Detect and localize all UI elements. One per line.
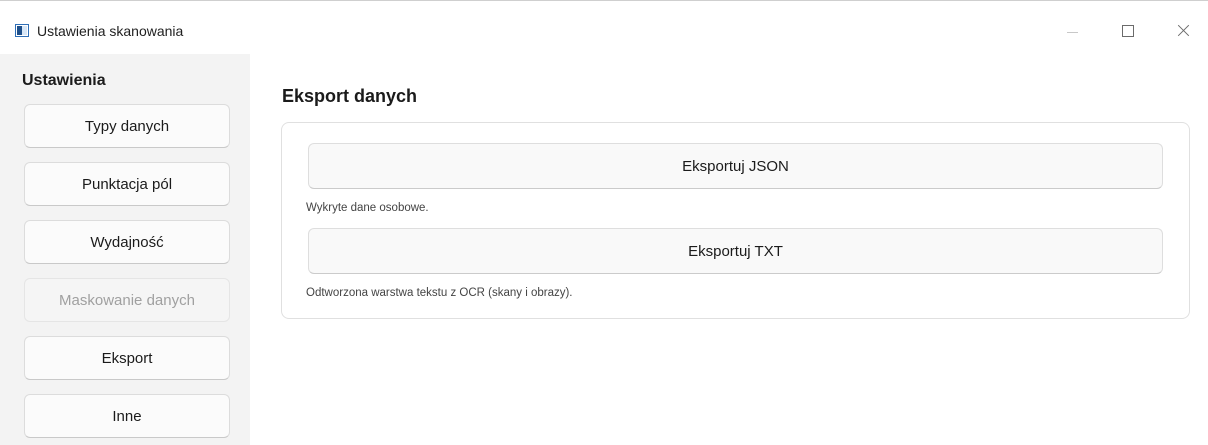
export-txt-button[interactable]: Eksportuj TXT	[308, 228, 1163, 274]
title-bar: Ustawienia skanowania	[0, 0, 1208, 54]
sidebar-item-maskowanie-danych: Maskowanie danych	[24, 278, 230, 322]
export-txt-description: Odtworzona warstwa tekstu z OCR (skany i…	[306, 287, 573, 299]
sidebar-heading: Ustawienia	[22, 72, 106, 89]
maximize-button[interactable]	[1105, 14, 1151, 50]
app-window-icon	[15, 24, 29, 37]
sidebar-item-eksport[interactable]: Eksport	[24, 336, 230, 380]
sidebar-item-punktacja-pol[interactable]: Punktacja pól	[24, 162, 230, 206]
export-json-description: Wykryte dane osobowe.	[306, 202, 429, 214]
export-json-button[interactable]: Eksportuj JSON	[308, 143, 1163, 189]
sidebar-item-inne[interactable]: Inne	[24, 394, 230, 438]
maximize-icon	[1122, 25, 1134, 37]
main-panel: Eksport danych Eksportuj JSON Wykryte da…	[250, 54, 1208, 445]
settings-window: Ustawienia skanowania Ustawienia Typy da…	[0, 0, 1208, 445]
sidebar-item-wydajnosc[interactable]: Wydajność	[24, 220, 230, 264]
sidebar: Ustawienia Typy danych Punktacja pól Wyd…	[0, 54, 250, 445]
sidebar-item-typy-danych[interactable]: Typy danych	[24, 104, 230, 148]
minimize-button[interactable]	[1050, 14, 1096, 50]
window-title: Ustawienia skanowania	[37, 23, 184, 39]
page-title: Eksport danych	[282, 86, 418, 106]
close-button[interactable]	[1160, 14, 1206, 50]
export-card: Eksportuj JSON Wykryte dane osobowe. Eks…	[281, 122, 1190, 319]
minimize-icon	[1067, 32, 1078, 33]
window-top-border	[0, 0, 1208, 1]
